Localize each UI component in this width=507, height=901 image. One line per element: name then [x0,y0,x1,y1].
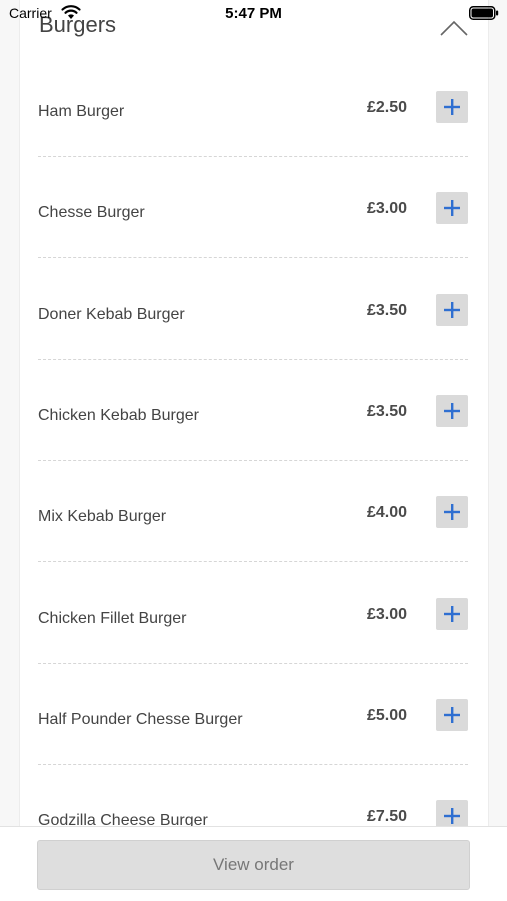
status-bar: Carrier 5:47 PM [0,0,507,28]
menu-card: Burgers Ham Burger £2.50 Chesse Burger £3.0… [19,0,489,827]
menu-item: Half Pounder Chesse Burger £5.00 [38,663,468,765]
menu-item-name: Ham Burger [38,103,125,120]
plus-icon [444,402,460,419]
battery-icon [469,6,499,20]
plus-icon [444,706,460,723]
plus-icon [444,99,460,115]
menu-item-name: Mix Kebab Burger [38,508,167,526]
menu-item-name: Chicken Kebab Burger [38,406,199,424]
menu-item-name: Chicken Fillet Burger [38,609,187,627]
menu-item-name: Godzilla Cheese Burger [38,812,208,827]
add-item-button[interactable] [436,394,468,427]
status-time: 5:47 PM [225,5,282,22]
menu-item-price: £3.50 [366,301,407,319]
plus-icon [444,200,460,217]
add-item-button[interactable] [436,293,468,326]
plus-icon [444,504,460,521]
menu-item-price: £2.50 [366,99,407,116]
menu-item-name: Half Pounder Chesse Burger [38,710,243,728]
menu-item-name: Chesse Burger [38,204,145,222]
plus-icon [444,605,460,622]
menu-item-price: £4.00 [366,504,407,522]
menu-item: Doner Kebab Burger £3.50 [38,258,468,360]
plus-icon [444,808,460,825]
menu-item: Chicken Fillet Burger £3.00 [38,562,468,664]
menu-item: Ham Burger £2.50 [38,55,468,157]
menu-item-name: Doner Kebab Burger [38,305,185,323]
menu-item-price: £5.00 [366,706,407,724]
menu-item: Chicken Kebab Burger £3.50 [38,359,468,461]
bottom-bar: View order [0,826,507,901]
add-item-button[interactable] [436,597,468,630]
add-item-button[interactable] [436,192,468,225]
menu-item-price: £3.00 [366,605,407,623]
add-item-button[interactable] [436,698,468,731]
menu-item: Chesse Burger £3.00 [38,156,468,259]
menu-item: Mix Kebab Burger £4.00 [38,460,468,563]
menu-item-price: £3.00 [366,200,407,218]
add-item-button[interactable] [436,91,468,123]
menu-item: Godzilla Cheese Burger £7.50 [38,764,468,827]
add-item-button[interactable] [436,496,468,529]
plus-icon [444,301,460,318]
menu-item-price: £7.50 [366,808,407,826]
add-item-button[interactable] [436,800,468,827]
view-order-button[interactable]: View order [37,840,470,890]
menu-item-price: £3.50 [366,402,407,420]
